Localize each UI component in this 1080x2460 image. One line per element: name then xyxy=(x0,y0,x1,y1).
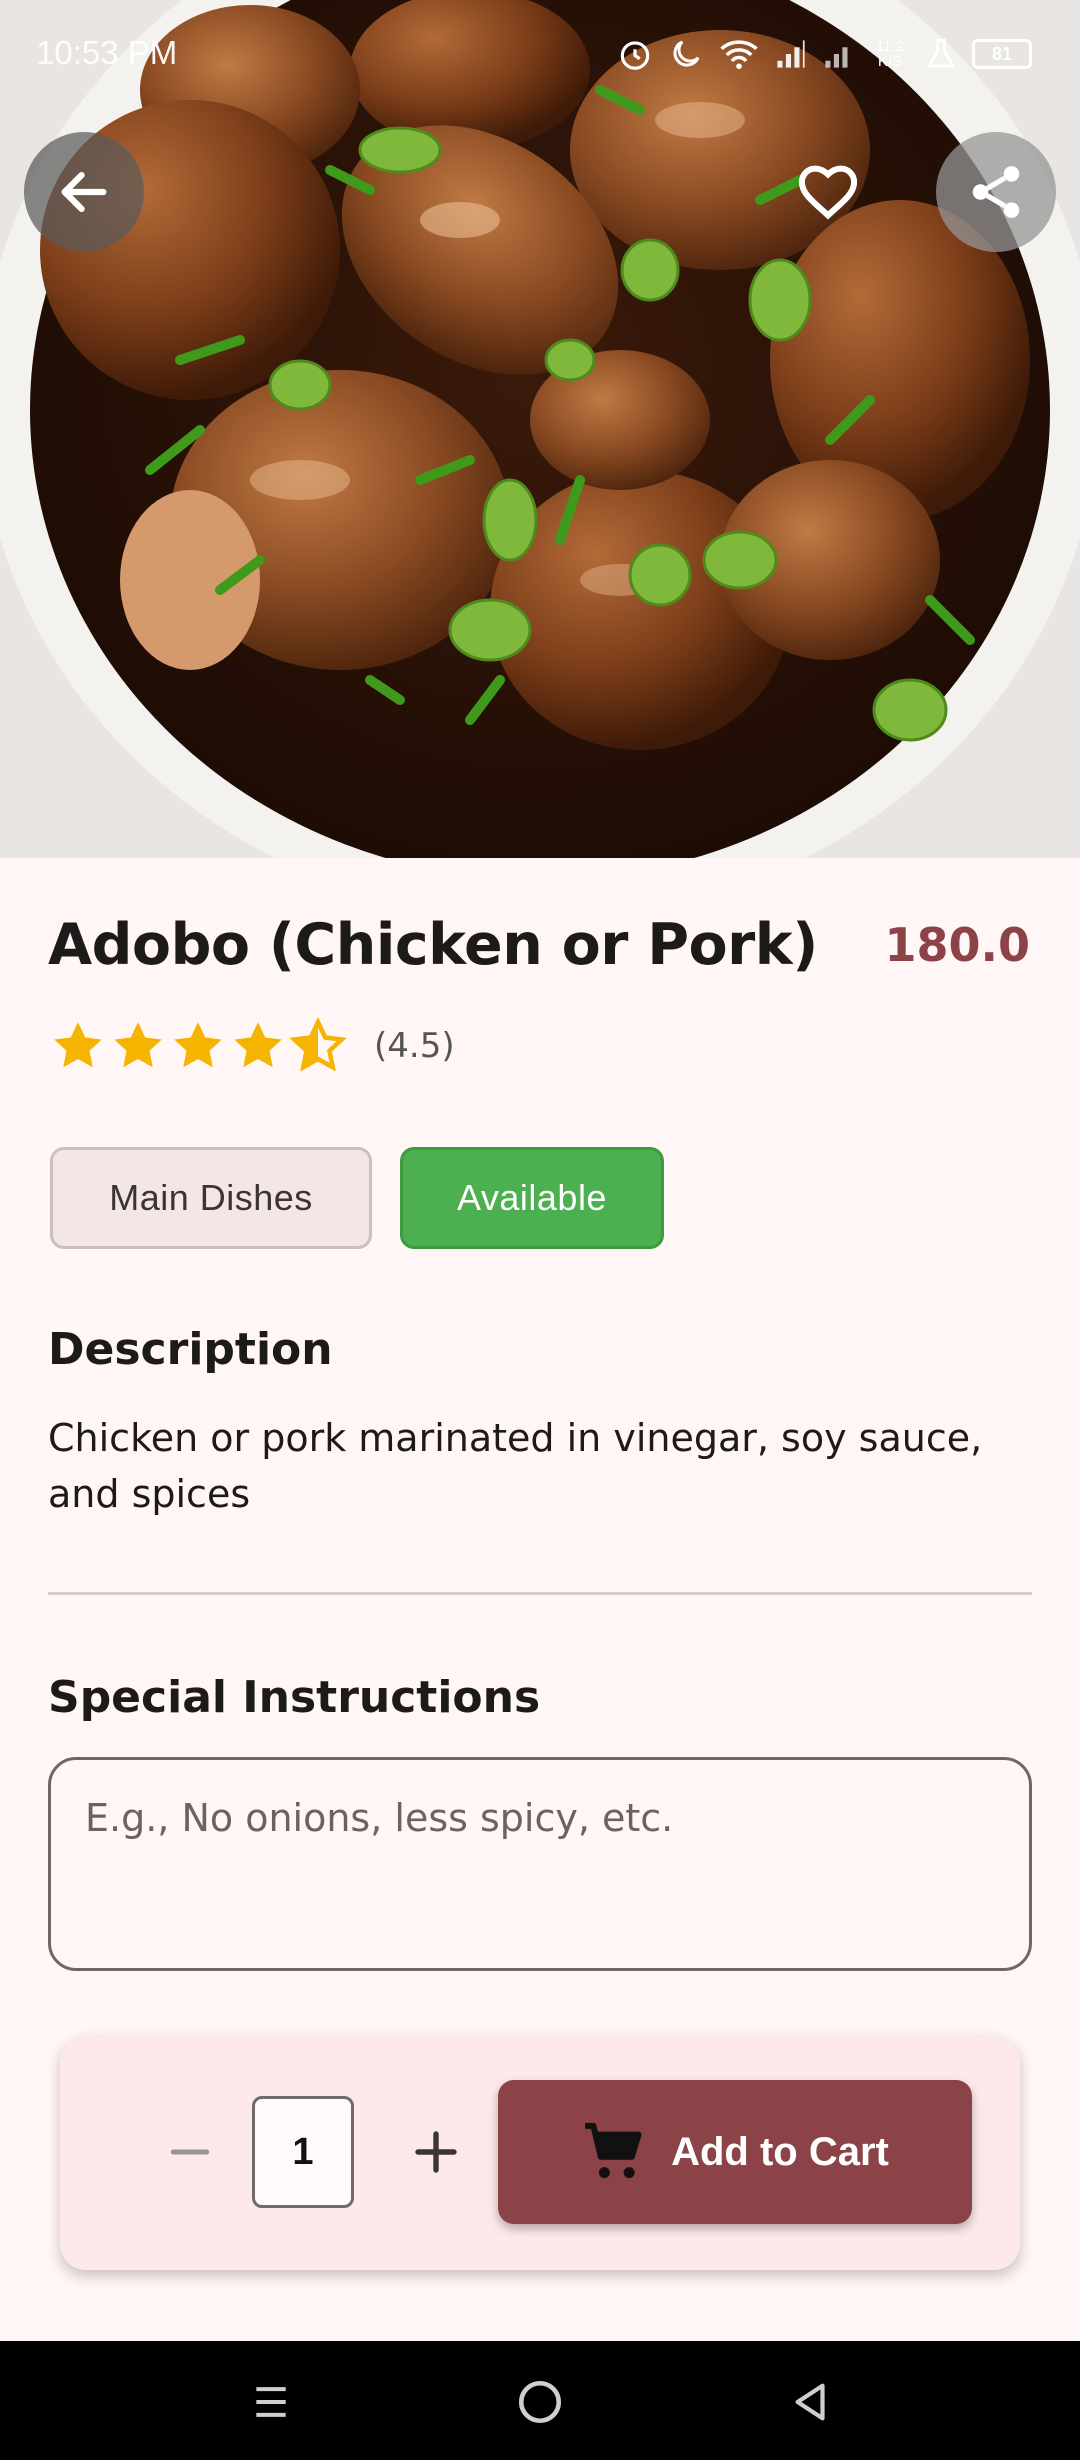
description-text: Chicken or pork marinated in vinegar, so… xyxy=(48,1416,983,1516)
home-button[interactable] xyxy=(505,2367,575,2437)
product-detail-screen: 10:53 PM 11.2 K/S 81 Adobo (Chicken or P… xyxy=(0,0,1080,2460)
alarm-icon xyxy=(620,41,650,70)
status-icons: 11.2 K/S 81 xyxy=(616,34,1032,74)
add-to-cart-button[interactable]: Add to Cart xyxy=(498,2080,972,2224)
battery-level: 81 xyxy=(991,43,1013,64)
back-button[interactable] xyxy=(24,132,144,252)
star-full-icon xyxy=(234,1022,282,1068)
special-instructions-input[interactable] xyxy=(48,1757,1032,1971)
net-speed: 11.2 K/S xyxy=(875,38,905,70)
decrease-quantity-button[interactable] xyxy=(150,2112,230,2192)
share-button[interactable] xyxy=(936,132,1056,252)
star-full-icon xyxy=(54,1022,102,1068)
minus-icon xyxy=(170,2149,210,2155)
favorite-button[interactable] xyxy=(768,132,888,252)
divider xyxy=(48,1592,1032,1595)
menu-icon xyxy=(256,2387,286,2417)
status-time: 10:53 PM xyxy=(36,34,178,71)
battery-icon: 81 xyxy=(972,39,1032,69)
special-instructions-heading: Special Instructions xyxy=(48,1672,541,1723)
wifi-icon xyxy=(720,40,758,70)
circle-home-icon xyxy=(518,2380,562,2424)
signal-icon-2 xyxy=(825,47,848,68)
recents-button[interactable] xyxy=(236,2367,306,2437)
rating-value: (4.5) xyxy=(374,1026,455,1066)
plus-icon xyxy=(415,2131,457,2173)
availability-chip: Available xyxy=(400,1147,664,1249)
increase-quantity-button[interactable] xyxy=(396,2112,476,2192)
system-navigation-bar xyxy=(0,2341,1080,2460)
add-to-cart-label: Add to Cart xyxy=(671,2129,889,2174)
rating: (4.5) xyxy=(48,1014,455,1078)
triangle-back-icon xyxy=(795,2383,825,2421)
share-icon xyxy=(972,166,1020,218)
status-bar: 10:53 PM 11.2 K/S 81 xyxy=(0,0,1080,110)
star-full-icon xyxy=(174,1022,222,1068)
heart-outline-icon xyxy=(798,165,858,220)
arrow-left-icon xyxy=(61,171,107,213)
product-title: Adobo (Chicken or Pork) xyxy=(48,912,818,978)
flask-icon xyxy=(926,38,956,68)
moon-icon xyxy=(673,40,700,67)
signal-icon xyxy=(777,40,805,68)
food-photo xyxy=(0,0,1080,858)
star-half-icon xyxy=(289,1017,347,1072)
cart-icon xyxy=(585,2122,642,2179)
add-to-cart-panel: 1 Add to Cart xyxy=(60,2036,1020,2270)
category-chip[interactable]: Main Dishes xyxy=(50,1147,372,1249)
description-heading: Description xyxy=(48,1324,333,1375)
product-price: 180.0 xyxy=(884,918,1030,972)
quantity-field[interactable]: 1 xyxy=(252,2096,354,2208)
system-back-button[interactable] xyxy=(776,2367,846,2437)
product-image xyxy=(0,0,1080,858)
star-full-icon xyxy=(114,1022,162,1068)
